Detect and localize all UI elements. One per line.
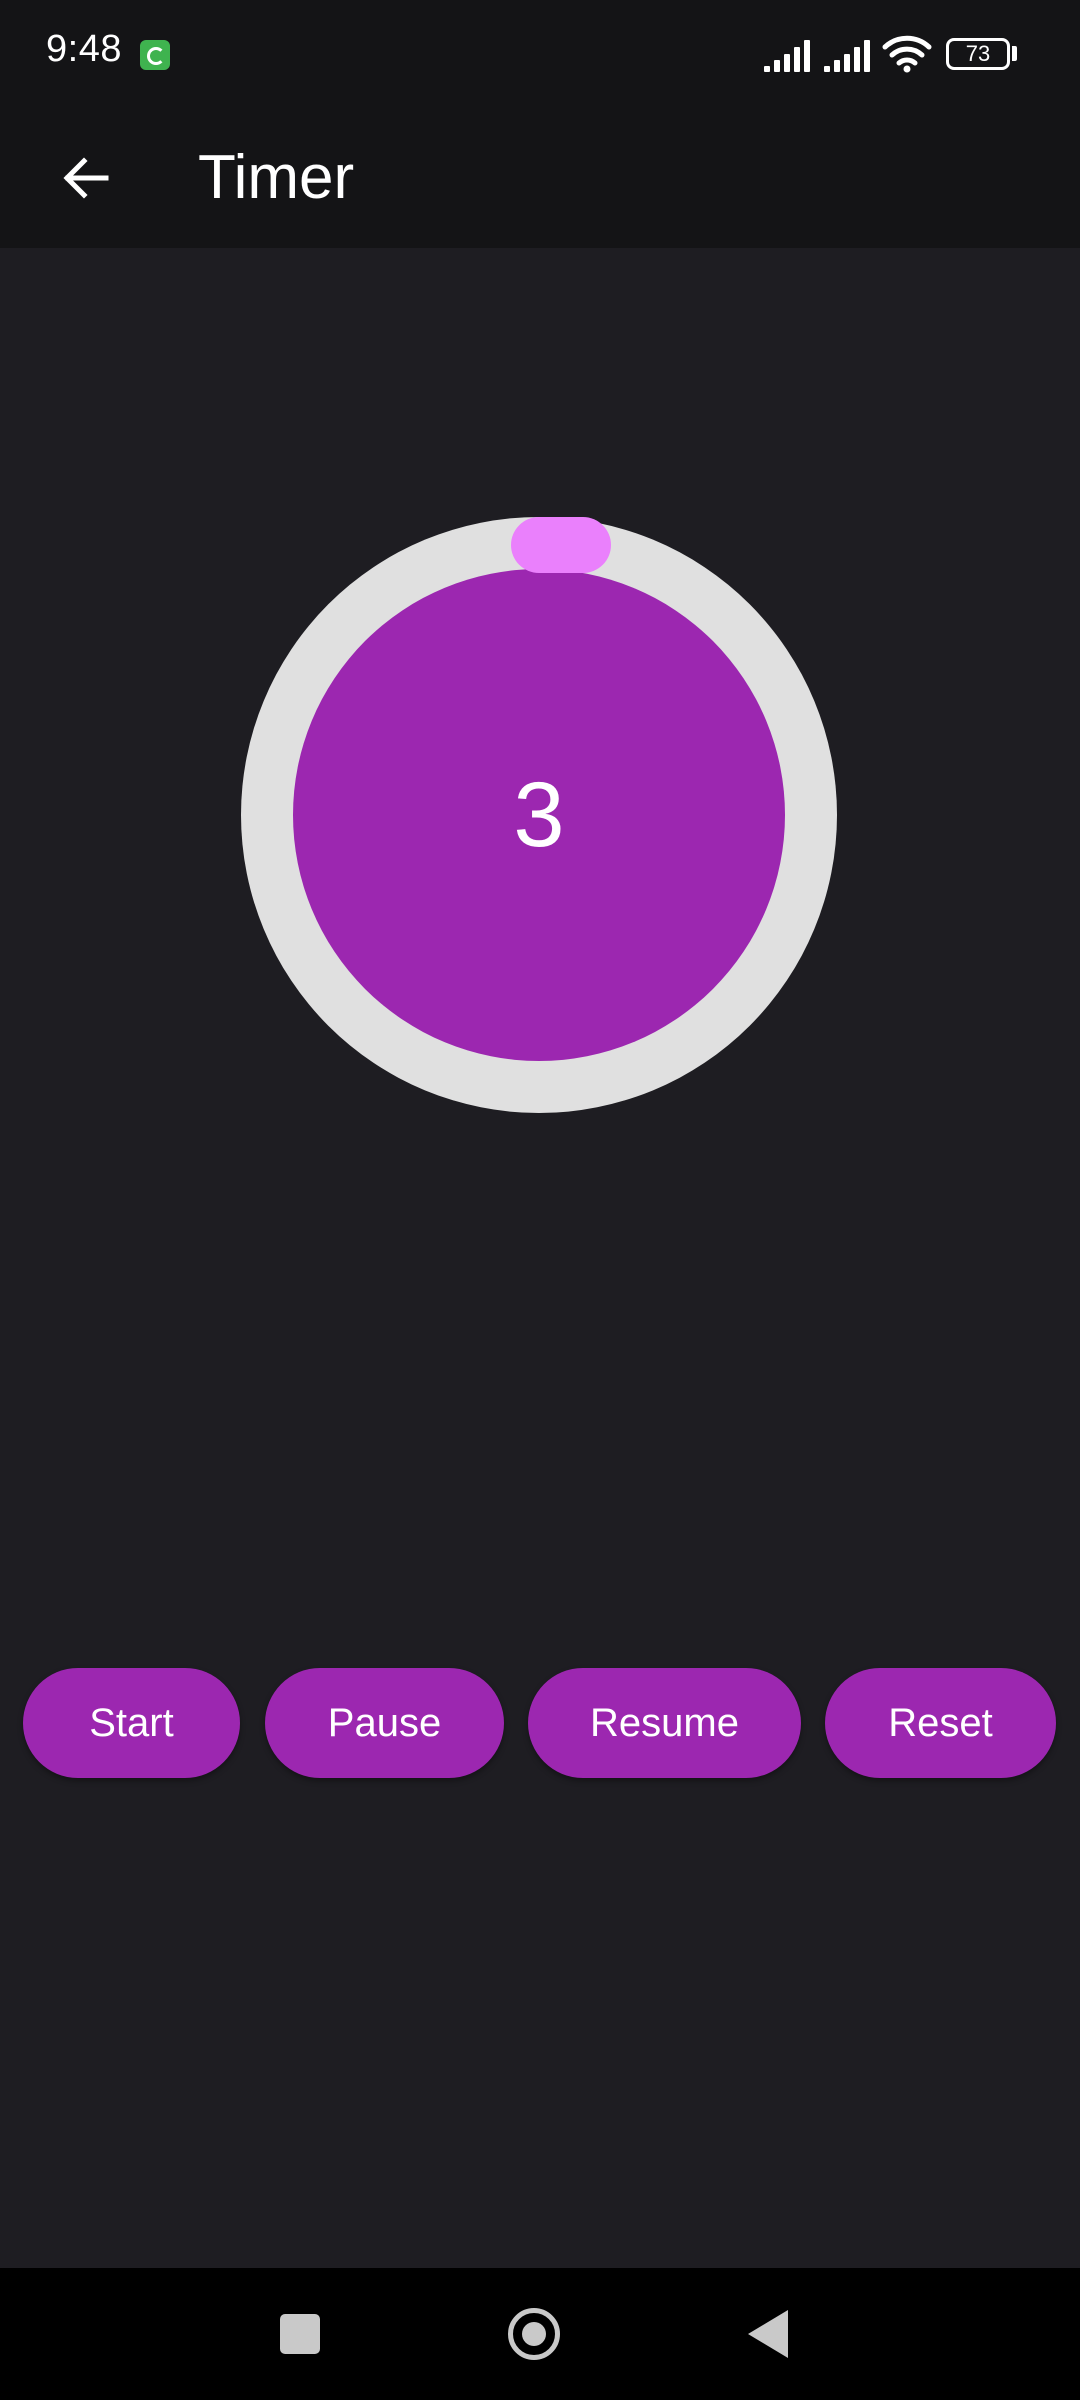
- arrow-left-icon: [63, 157, 109, 199]
- signal-icon: [824, 40, 870, 72]
- back-icon[interactable]: [748, 2310, 788, 2358]
- pause-button[interactable]: Pause: [265, 1668, 504, 1778]
- back-button[interactable]: [36, 128, 136, 228]
- timer-value: 3: [513, 763, 565, 866]
- timer-screen: 9:48 73 Timer 3 Start Pause Resume Reset: [0, 0, 1080, 2400]
- resume-button[interactable]: Resume: [528, 1668, 801, 1778]
- app-notification-icon: [140, 40, 170, 70]
- status-bar: 9:48 73: [0, 0, 1080, 108]
- system-nav-bar: [0, 2268, 1080, 2400]
- recents-icon[interactable]: [280, 2314, 320, 2354]
- app-bar: Timer: [0, 108, 1080, 248]
- status-time: 9:48: [46, 28, 122, 70]
- signal-icon: [764, 40, 810, 72]
- reset-button[interactable]: Reset: [825, 1668, 1056, 1778]
- start-button[interactable]: Start: [23, 1668, 240, 1778]
- battery-level: 73: [965, 41, 991, 66]
- wifi-icon: [882, 35, 932, 73]
- page-title: Timer: [198, 143, 355, 212]
- home-icon[interactable]: [508, 2308, 560, 2360]
- battery-cap: [1012, 46, 1017, 61]
